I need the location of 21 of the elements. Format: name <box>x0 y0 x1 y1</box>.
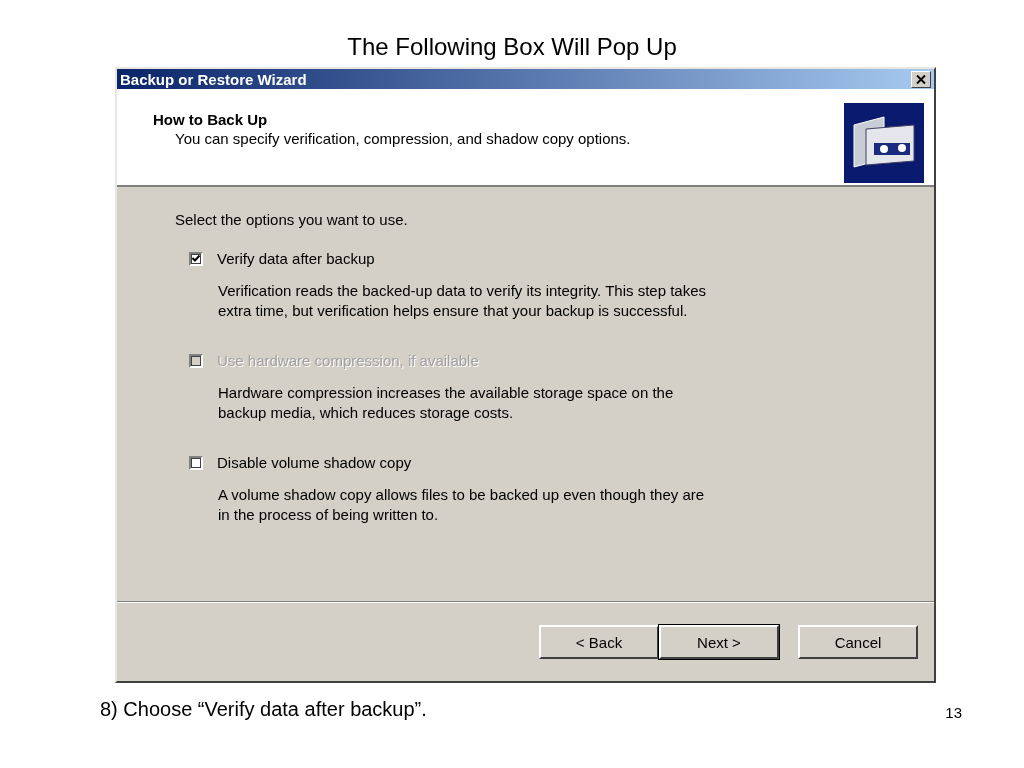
check-mark-icon <box>192 255 200 262</box>
option-description: A volume shadow copy allows files to be backed up even though they are in the process of being written to. <box>218 485 706 524</box>
checkbox[interactable] <box>189 455 203 470</box>
wizard-button[interactable]: Next > <box>659 625 779 659</box>
checkbox-label: Disable volume shadow copy <box>217 454 412 471</box>
wizard-button[interactable]: < Back <box>539 625 659 659</box>
option-description: Hardware compression increases the available storage space on the backup media, which reduces storage costs. <box>218 383 675 422</box>
slide-title: The Following Box Will Pop Up <box>346 32 678 62</box>
page-number: 13 <box>945 704 962 721</box>
option-description: Verification reads the backed-up data to verify its integrity. This step takes extra time, but verification helps ensure that your backup is successful. <box>218 281 708 320</box>
wizard-button[interactable]: Cancel <box>798 625 918 659</box>
slide-caption: 8) Choose “Verify data after backup”. <box>100 698 427 721</box>
prompt-text: Select the options you want to use. <box>175 211 409 228</box>
tape-cartridge-icon <box>844 103 924 183</box>
checkbox[interactable] <box>189 251 203 266</box>
page-heading: How to Back Up <box>153 111 269 128</box>
page-subtitle: You can specify verification, compression, and shadow copy options. <box>175 130 631 147</box>
close-button[interactable] <box>911 70 931 88</box>
close-icon <box>916 74 926 84</box>
checkbox-label: Verify data after backup <box>217 250 375 267</box>
window-title: Backup or Restore Wizard <box>120 70 307 88</box>
